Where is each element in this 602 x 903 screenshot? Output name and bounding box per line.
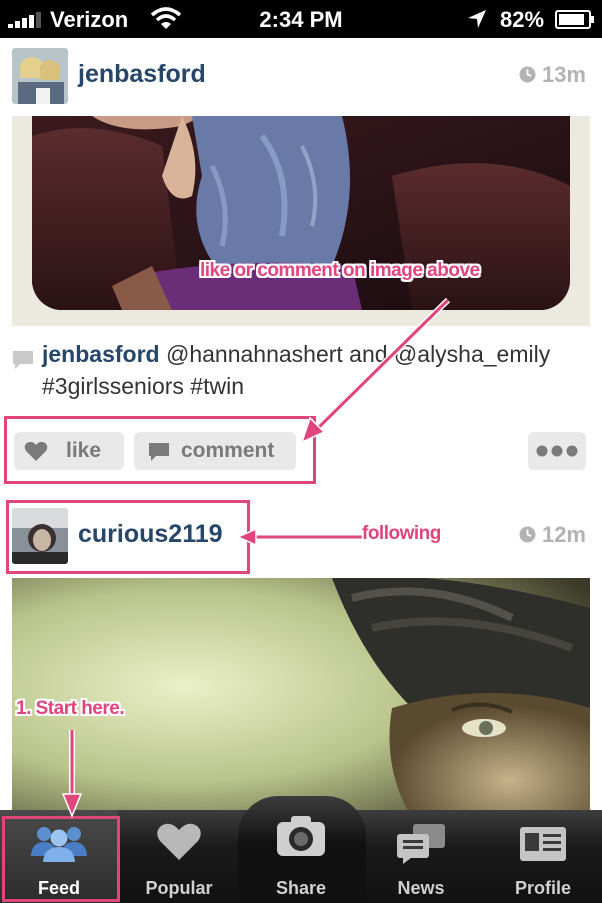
camera-icon — [277, 816, 325, 856]
post-photo[interactable] — [12, 578, 590, 810]
comment-bubble-icon — [13, 351, 33, 369]
more-options-button[interactable] — [528, 432, 586, 470]
avatar[interactable] — [12, 48, 68, 104]
feed-list[interactable]: jenbasford 13m jenbasford @hannahnashert… — [0, 38, 602, 810]
annotation-box-actions — [4, 416, 316, 484]
location-arrow-icon — [468, 10, 486, 28]
post-photo-frame — [12, 116, 590, 326]
tab-share[interactable]: Share — [242, 810, 360, 903]
clock-icon — [519, 66, 536, 83]
post-header[interactable]: jenbasford 13m — [12, 48, 590, 106]
heart-icon — [157, 823, 201, 860]
clock-icon — [519, 526, 536, 543]
tab-label: Share — [275, 878, 327, 898]
annotation-box-following — [6, 500, 250, 574]
chat-bubbles-icon — [397, 824, 445, 864]
battery-icon — [555, 10, 594, 29]
tab-bar: Feed Popular Share News Profile — [0, 793, 602, 903]
annotation-arrowhead — [62, 793, 82, 818]
annotation-like-comment: like or comment on image above — [200, 260, 480, 281]
caption-username[interactable]: jenbasford — [42, 341, 160, 367]
tab-profile[interactable]: Profile — [484, 810, 602, 903]
post-username[interactable]: jenbasford — [78, 60, 206, 89]
tab-news[interactable]: News — [362, 810, 480, 903]
annotation-following: following — [362, 523, 441, 544]
tab-label: News — [397, 878, 445, 898]
id-card-icon — [520, 827, 566, 861]
ellipsis-icon — [536, 445, 578, 457]
post-timestamp: 12m — [519, 522, 586, 548]
post-caption: jenbasford @hannahnashert and @alysha_em… — [12, 338, 572, 402]
post-timestamp: 13m — [519, 62, 586, 88]
tab-popular[interactable]: Popular — [120, 810, 238, 903]
annotation-box-feed-tab — [2, 816, 120, 902]
annotation-arrow — [236, 527, 364, 547]
post-time-text: 13m — [541, 62, 586, 87]
annotation-arrow — [300, 297, 451, 444]
post-time-text: 12m — [541, 522, 586, 547]
tab-label: Profile — [514, 878, 571, 898]
status-bar: Verizon 2:34 PM 82% — [0, 0, 602, 38]
battery-percent: 82% — [500, 7, 545, 32]
tab-label: Popular — [145, 878, 213, 898]
annotation-start-here: 1. Start here. — [16, 698, 125, 719]
